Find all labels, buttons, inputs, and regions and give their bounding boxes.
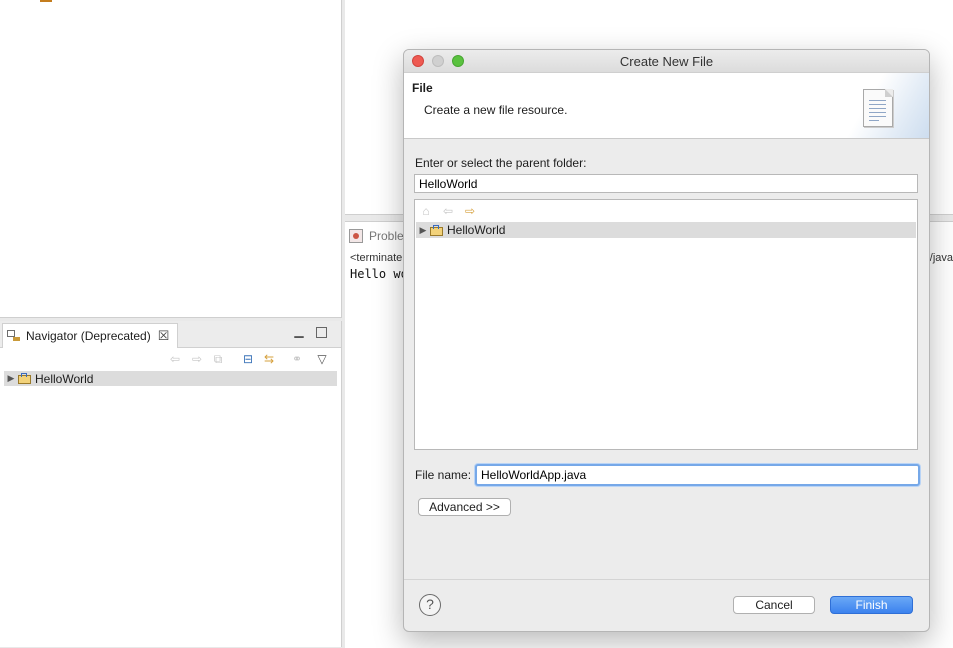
back-icon[interactable]: ⇦ <box>168 352 182 366</box>
console-output: Hello wo <box>350 267 408 281</box>
tab-problems[interactable]: Proble <box>349 226 404 246</box>
project-explorer-panel <box>0 0 342 318</box>
advanced-button[interactable]: Advanced >> <box>418 498 511 516</box>
tree-item[interactable]: ▶ HelloWorld <box>416 222 916 238</box>
back-icon[interactable]: ⇦ <box>441 204 455 218</box>
expand-arrow-icon[interactable]: ▶ <box>416 225 430 236</box>
home-icon[interactable]: ⌂ <box>419 204 433 218</box>
up-icon[interactable]: ⧉ <box>211 352 225 366</box>
navigator-tabbar: Navigator (Deprecated) ☒ ▁ <box>0 321 341 348</box>
help-icon[interactable]: ? <box>419 594 441 616</box>
dialog-banner: File Create a new file resource. <box>404 73 929 139</box>
parent-folder-label: Enter or select the parent folder: <box>415 156 587 170</box>
banner-description: Create a new file resource. <box>424 103 568 117</box>
expand-arrow-icon[interactable]: ▶ <box>4 373 18 384</box>
problems-icon <box>349 229 363 243</box>
tab-navigator-icon <box>7 330 21 342</box>
close-icon[interactable]: ☒ <box>158 328 170 344</box>
dialog-titlebar: Create New File <box>404 50 929 73</box>
parent-folder-input[interactable] <box>414 174 918 193</box>
filename-input[interactable] <box>475 464 920 486</box>
view-menu-icon[interactable]: ▽ <box>315 352 329 366</box>
truncated-tree-item <box>40 0 220 2</box>
tree-item-label: HelloWorld <box>35 371 94 386</box>
maximize-icon[interactable] <box>316 327 327 338</box>
folder-tree[interactable]: ⌂ ⇦ ⇨ ▶ HelloWorld <box>414 199 918 450</box>
forward-icon[interactable]: ⇨ <box>190 352 204 366</box>
console-terminated-text: <terminate <box>350 252 403 264</box>
tree-item-label: HelloWorld <box>447 223 506 237</box>
dialog-title: Create New File <box>619 54 714 69</box>
project-folder-icon <box>430 224 444 236</box>
tab-navigator-label: Navigator (Deprecated) <box>26 329 151 343</box>
project-folder-icon <box>18 373 32 384</box>
navigator-panel: Navigator (Deprecated) ☒ ▁ ⇦ ⇨ ⧉ ⊟ ⇆ ⚭ ▽… <box>0 321 342 647</box>
footer-separator <box>404 579 929 580</box>
banner-title: File <box>412 81 433 95</box>
tab-navigator[interactable]: Navigator (Deprecated) ☒ <box>2 323 179 348</box>
tab-problems-label: Proble <box>369 229 404 243</box>
minimize-icon[interactable]: ▁ <box>294 325 304 337</box>
cancel-button[interactable]: Cancel <box>733 596 815 614</box>
link-editor-icon[interactable]: ⇆ <box>262 352 276 366</box>
create-file-dialog: Create New File File Create a new file r… <box>403 49 930 632</box>
finish-button[interactable]: Finish <box>830 596 913 614</box>
forward-icon[interactable]: ⇨ <box>463 204 477 218</box>
filter-icon[interactable]: ⚭ <box>290 352 304 366</box>
collapse-all-icon[interactable]: ⊟ <box>241 352 255 366</box>
filename-label: File name: <box>415 468 472 482</box>
navigator-toolbar: ⇦ ⇨ ⧉ ⊟ ⇆ ⚭ ▽ <box>0 348 341 370</box>
tree-item[interactable]: ▶ HelloWorld <box>4 371 337 386</box>
file-image-icon <box>863 89 893 127</box>
